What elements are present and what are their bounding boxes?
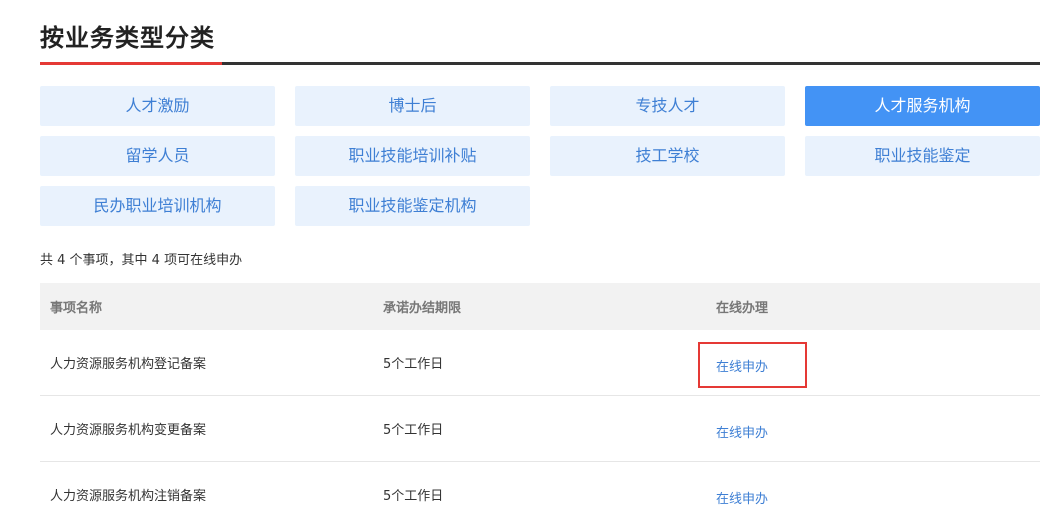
items-table: 事项名称 承诺办结期限 在线办理 人力资源服务机构登记备案 5个工作日 在线申办… <box>40 283 1040 509</box>
table-row: 人力资源服务机构注销备案 5个工作日 在线申办 <box>40 462 1040 509</box>
category-button-skill-appraisal-agency[interactable]: 职业技能鉴定机构 <box>295 186 530 226</box>
category-button-talent-incentive[interactable]: 人才激励 <box>40 86 275 126</box>
header-item-name: 事项名称 <box>50 301 103 316</box>
title-divider-accent <box>40 62 222 65</box>
table-row: 人力资源服务机构登记备案 5个工作日 在线申办 <box>40 330 1040 396</box>
item-name: 人力资源服务机构登记备案 <box>50 357 207 372</box>
category-button-overseas-students[interactable]: 留学人员 <box>40 136 275 176</box>
category-button-professional-talent[interactable]: 专技人才 <box>550 86 785 126</box>
category-button-private-training-agency[interactable]: 民办职业培训机构 <box>40 186 275 226</box>
category-grid: 人才激励 博士后 专技人才 人才服务机构 留学人员 职业技能培训补贴 技工学校 … <box>40 86 1040 226</box>
header-deadline: 承诺办结期限 <box>383 301 462 316</box>
category-button-skill-appraisal[interactable]: 职业技能鉴定 <box>805 136 1040 176</box>
category-button-postdoc[interactable]: 博士后 <box>295 86 530 126</box>
category-button-talent-service-agency[interactable]: 人才服务机构 <box>805 86 1040 126</box>
item-name: 人力资源服务机构变更备案 <box>50 423 207 438</box>
result-summary: 共 4 个事项，其中 4 项可在线申办 <box>40 253 243 268</box>
highlight-box <box>698 342 807 388</box>
table-header: 事项名称 承诺办结期限 在线办理 <box>40 283 1040 330</box>
category-button-technical-school[interactable]: 技工学校 <box>550 136 785 176</box>
header-online: 在线办理 <box>716 301 769 316</box>
item-deadline: 5个工作日 <box>383 489 444 504</box>
item-deadline: 5个工作日 <box>383 423 444 438</box>
section-title: 按业务类型分类 <box>40 24 215 52</box>
page: 按业务类型分类 人才激励 博士后 专技人才 人才服务机构 留学人员 职业技能培训… <box>0 0 1057 509</box>
item-name: 人力资源服务机构注销备案 <box>50 489 207 504</box>
apply-online-link[interactable]: 在线申办 <box>716 422 768 441</box>
apply-online-link[interactable]: 在线申办 <box>716 488 768 507</box>
table-row: 人力资源服务机构变更备案 5个工作日 在线申办 <box>40 396 1040 462</box>
category-button-training-subsidy[interactable]: 职业技能培训补贴 <box>295 136 530 176</box>
item-deadline: 5个工作日 <box>383 357 444 372</box>
